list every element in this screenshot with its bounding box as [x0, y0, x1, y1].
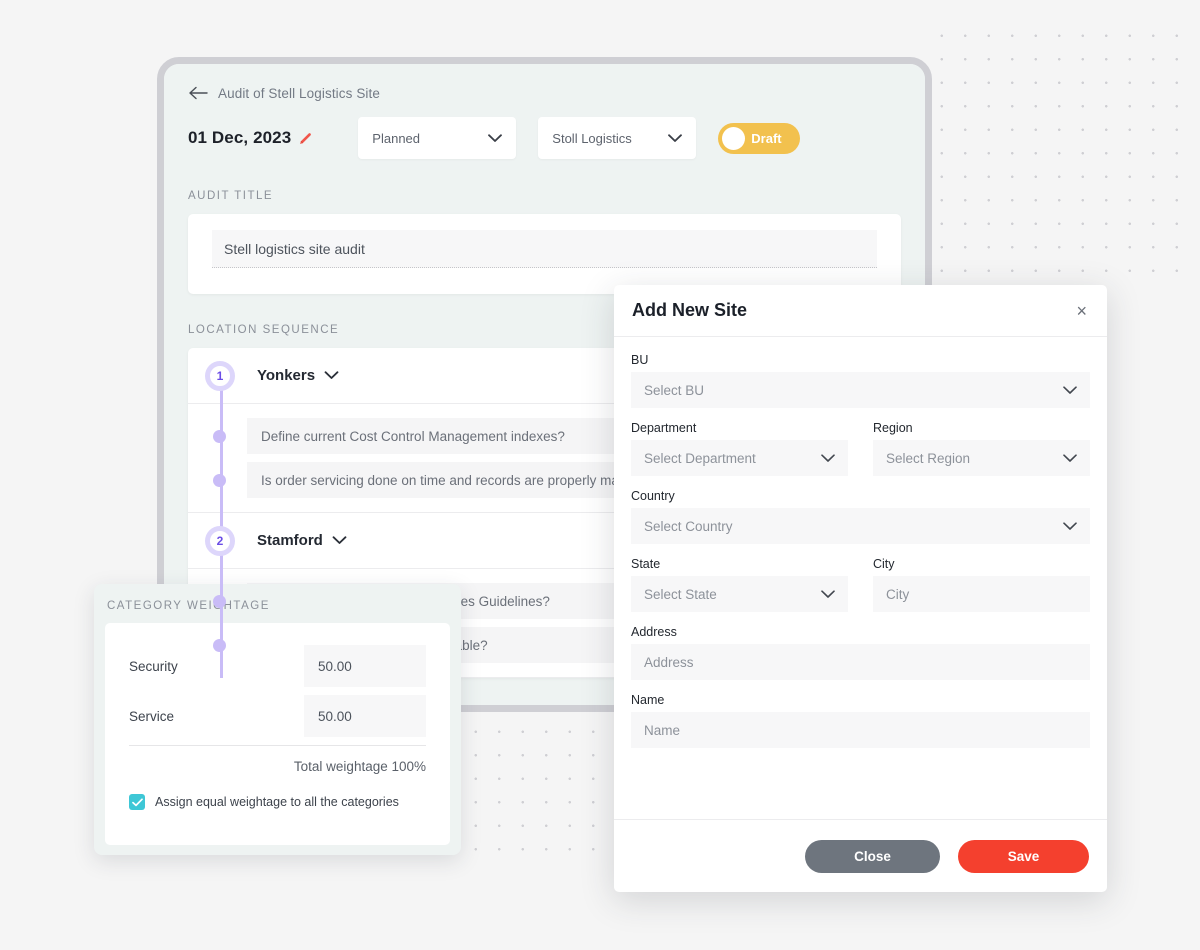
department-value: Select Department: [644, 451, 756, 466]
department-select[interactable]: Select Department: [631, 440, 848, 476]
region-field-group: Region Select Region: [873, 421, 1090, 489]
weightage-row: Service 50.00: [129, 695, 426, 737]
plan-type-value: Planned: [372, 131, 420, 146]
weightage-row: Security 50.00: [129, 645, 426, 687]
region-select[interactable]: Select Region: [873, 440, 1090, 476]
chevron-down-icon: [488, 131, 502, 146]
sequence-connector: [220, 568, 223, 678]
city-field-group: City City: [873, 557, 1090, 625]
add-new-site-modal: Add New Site × BU Select BU Department S…: [614, 285, 1107, 892]
question-bullet-icon: [213, 639, 226, 652]
category-weightage-card: Security 50.00 Service 50.00 Total weigh…: [105, 623, 450, 845]
question-bullet-icon: [213, 474, 226, 487]
equal-weightage-row[interactable]: Assign equal weightage to all the catego…: [129, 794, 426, 810]
dot-grid-top-right: [928, 22, 1186, 274]
state-city-row: State Select State City City: [631, 557, 1090, 625]
bu-label: BU: [631, 353, 1090, 367]
chevron-down-icon[interactable]: [324, 371, 339, 380]
audit-title-input[interactable]: Stell logistics site audit: [212, 230, 877, 268]
bu-select[interactable]: Select BU: [631, 372, 1090, 408]
close-button[interactable]: Close: [805, 840, 940, 873]
bu-value: Select BU: [644, 383, 704, 398]
city-label: City: [873, 557, 1090, 571]
address-input[interactable]: Address: [631, 644, 1090, 680]
state-field-group: State Select State: [631, 557, 848, 625]
category-weightage-panel: CATEGORY WEIGHTAGE Security 50.00 Servic…: [94, 584, 461, 855]
header-controls: Planned Stoll Logistics: [358, 117, 800, 159]
equal-weightage-checkbox[interactable]: [129, 794, 145, 810]
step-number-2: 2: [205, 526, 235, 556]
city-input[interactable]: City: [873, 576, 1090, 612]
state-label: State: [631, 557, 848, 571]
city-value: City: [886, 587, 909, 602]
modal-footer: Close Save: [614, 819, 1107, 892]
region-value: Select Region: [886, 451, 970, 466]
pencil-icon[interactable]: [298, 131, 313, 146]
weightage-input[interactable]: 50.00: [304, 645, 426, 687]
dot-grid-bottom-left: [462, 718, 622, 858]
status-toggle[interactable]: Draft: [718, 123, 800, 154]
audit-title-heading: AUDIT TITLE: [188, 190, 901, 202]
name-label: Name: [631, 693, 1090, 707]
weightage-label: Service: [129, 709, 304, 724]
department-region-row: Department Select Department Region Sele…: [631, 421, 1090, 489]
name-field-group: Name Name: [631, 693, 1090, 748]
chevron-down-icon: [821, 587, 835, 602]
country-value: Select Country: [644, 519, 733, 534]
bu-field-group: BU Select BU: [631, 353, 1090, 408]
save-button[interactable]: Save: [958, 840, 1089, 873]
region-label: Region: [873, 421, 1090, 435]
organization-value: Stoll Logistics: [552, 131, 631, 146]
breadcrumb-label: Audit of Stell Logistics Site: [218, 86, 380, 101]
audit-date: 01 Dec, 2023: [188, 128, 291, 148]
modal-title: Add New Site: [632, 300, 747, 321]
organization-select[interactable]: Stoll Logistics: [538, 117, 696, 159]
chevron-down-icon: [668, 131, 682, 146]
audit-header-row: 01 Dec, 2023 Planned Stoll: [188, 116, 901, 160]
department-label: Department: [631, 421, 848, 435]
address-label: Address: [631, 625, 1090, 639]
state-value: Select State: [644, 587, 717, 602]
chevron-down-icon: [1063, 451, 1077, 466]
question-bullet-icon: [213, 595, 226, 608]
plan-type-select[interactable]: Planned: [358, 117, 516, 159]
name-value: Name: [644, 723, 680, 738]
back-arrow-icon[interactable]: [188, 85, 208, 101]
chevron-down-icon: [1063, 383, 1077, 398]
country-label: Country: [631, 489, 1090, 503]
chevron-down-icon: [1063, 519, 1077, 534]
name-input[interactable]: Name: [631, 712, 1090, 748]
step-number-1: 1: [205, 361, 235, 391]
department-field-group: Department Select Department: [631, 421, 848, 489]
weightage-input[interactable]: 50.00: [304, 695, 426, 737]
modal-header: Add New Site ×: [614, 285, 1107, 337]
location-name-2: Stamford: [257, 532, 323, 549]
question-bullet-icon: [213, 430, 226, 443]
category-weightage-heading: CATEGORY WEIGHTAGE: [107, 600, 450, 612]
country-select[interactable]: Select Country: [631, 508, 1090, 544]
location-name-1: Yonkers: [257, 367, 315, 384]
weightage-label: Security: [129, 659, 304, 674]
state-select[interactable]: Select State: [631, 576, 848, 612]
status-badge: Draft: [751, 131, 781, 146]
address-value: Address: [644, 655, 694, 670]
toggle-knob: [722, 127, 745, 150]
sequence-connector: [220, 403, 223, 513]
equal-weightage-label: Assign equal weightage to all the catego…: [155, 795, 399, 809]
total-weightage-text: Total weightage 100%: [129, 745, 426, 774]
chevron-down-icon[interactable]: [332, 536, 347, 545]
modal-body: BU Select BU Department Select Departmen…: [614, 337, 1107, 819]
country-field-group: Country Select Country: [631, 489, 1090, 544]
chevron-down-icon: [821, 451, 835, 466]
breadcrumb: Audit of Stell Logistics Site: [188, 82, 901, 104]
address-field-group: Address Address: [631, 625, 1090, 680]
audit-title-card: Stell logistics site audit: [188, 214, 901, 294]
close-icon[interactable]: ×: [1076, 302, 1087, 320]
